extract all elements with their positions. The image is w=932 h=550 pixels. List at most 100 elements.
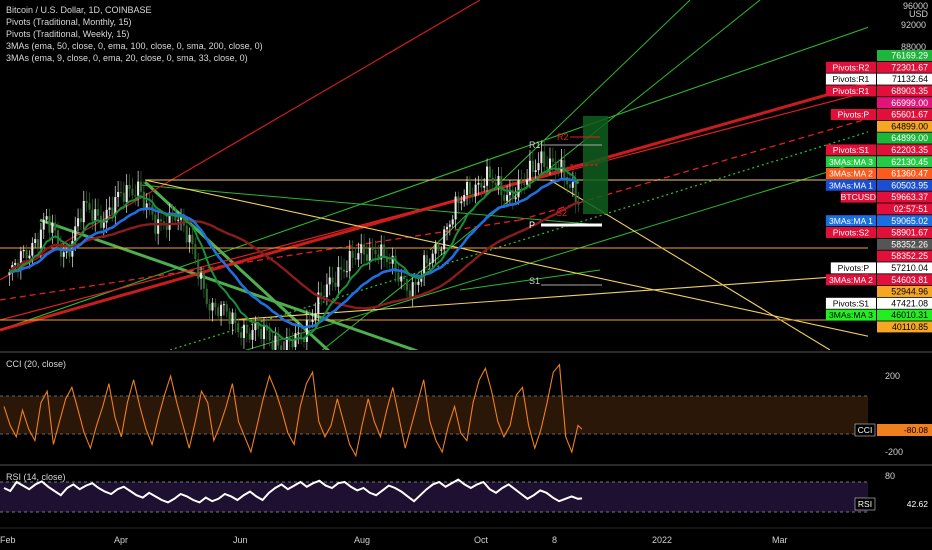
- cci-value: -80.08: [904, 425, 928, 435]
- trading-chart[interactable]: R1 R2 S2 P S1 96000 USD 92000 88000 7616…: [0, 0, 932, 550]
- candle-body: [228, 311, 231, 324]
- candle-body: [28, 255, 31, 259]
- candle-body: [543, 151, 546, 167]
- cci-title: CCI (20, close): [6, 359, 66, 369]
- candle-body: [334, 282, 337, 287]
- candle-body: [405, 279, 408, 291]
- candle-body: [131, 188, 134, 196]
- candle-body: [65, 251, 68, 253]
- candle-body: [197, 259, 200, 279]
- candle-body: [457, 196, 460, 204]
- price-tag-label: 3MAs:MA 2: [829, 275, 873, 285]
- price-axis[interactable]: 96000 USD 92000 88000: [901, 1, 929, 52]
- cci-band: [0, 396, 868, 434]
- price-value-label: 66999.00: [891, 98, 928, 108]
- candle-body: [300, 332, 303, 338]
- candle-body: [245, 324, 248, 334]
- candle-body: [445, 226, 449, 230]
- candle-body: [117, 192, 120, 198]
- candle-body: [491, 177, 494, 183]
- candle-body: [546, 166, 549, 169]
- candle-body: [468, 182, 471, 195]
- time-tick: Apr: [114, 535, 128, 545]
- rsi-tick: 80: [885, 471, 895, 481]
- price-value-label: 61360.47: [891, 169, 928, 179]
- candle-body: [488, 166, 491, 178]
- candle-body: [466, 182, 469, 196]
- candle-body: [403, 276, 406, 280]
- price-tag-label: BTCUSD: [841, 192, 876, 202]
- candle-body: [139, 181, 143, 192]
- candle-body: [348, 250, 351, 272]
- cci-tick: -200: [885, 447, 903, 457]
- candle-body: [148, 203, 151, 205]
- price-tag-label: Pivots:P: [838, 110, 870, 120]
- price-value-label: 47421.08: [891, 298, 928, 308]
- candle-body: [39, 229, 42, 248]
- candle-body: [200, 272, 203, 279]
- candle-body: [214, 302, 217, 308]
- candle-body: [122, 192, 125, 202]
- candle-body: [414, 282, 417, 285]
- price-tag-label: Pivots:S2: [833, 228, 870, 238]
- candle-body: [548, 158, 551, 169]
- candle-body: [88, 202, 91, 210]
- candle-body: [503, 195, 506, 201]
- candle-body: [142, 191, 145, 209]
- candle-body: [220, 304, 223, 316]
- candle-body: [128, 185, 131, 189]
- candle-body: [537, 163, 540, 171]
- candle-body: [363, 244, 366, 255]
- candle-body: [434, 244, 437, 254]
- candle-body: [397, 272, 400, 282]
- candle-body: [108, 207, 111, 210]
- price-tag-label: 3MAs:MA 3: [829, 157, 873, 167]
- candle-body: [111, 207, 114, 216]
- candle-body: [62, 252, 65, 257]
- price-tag-label: Pivots:S1: [833, 298, 870, 308]
- price-value-label: 02:57:51: [894, 204, 928, 214]
- candle-body: [231, 312, 234, 324]
- candle-body: [477, 182, 480, 185]
- price-value-label: 46010.31: [891, 310, 928, 320]
- candle-body: [237, 323, 240, 333]
- candle-body: [22, 249, 25, 252]
- candle-body: [185, 225, 188, 243]
- price-value-label: 58901.67: [891, 228, 928, 238]
- candle-body: [323, 295, 326, 298]
- candle-body: [37, 239, 40, 248]
- candle-body: [428, 262, 431, 264]
- candle-body: [217, 307, 220, 316]
- candle-body: [571, 182, 574, 188]
- time-tick: Jun: [233, 535, 248, 545]
- time-tick: Aug: [354, 535, 370, 545]
- candle-body: [82, 200, 85, 223]
- price-tag-label: 3MAs:MA 1: [829, 216, 873, 226]
- price-value-label: 40110.85: [892, 322, 928, 332]
- candle-body: [514, 197, 517, 200]
- price-value-label: 58352.25: [891, 251, 928, 261]
- candle-body: [97, 209, 100, 216]
- candle-body: [25, 249, 28, 259]
- candle-body: [531, 160, 534, 172]
- candle-body: [371, 248, 374, 251]
- time-tick: Feb: [0, 535, 16, 545]
- candle-body: [328, 277, 331, 285]
- candle-body: [119, 192, 122, 194]
- candle-body: [68, 251, 71, 257]
- candle-body: [443, 229, 446, 250]
- price-value-label: 71132.64: [892, 74, 928, 84]
- legend-line-weekly-pivots: Pivots (Traditional, Weekly, 15): [6, 29, 130, 39]
- candle-body: [431, 253, 434, 263]
- candle-body: [165, 225, 168, 230]
- price-value-label: 76169.29: [891, 51, 928, 61]
- candle-body: [31, 243, 34, 256]
- legend-line-3mas-short: 3MAs (ema, 9, close, 0, ema, 20, close, …: [6, 53, 248, 63]
- chart-legend: Bitcoin / U.S. Dollar, 1D, COINBASE Pivo…: [6, 4, 263, 64]
- candle-body: [540, 151, 543, 164]
- candle-body: [388, 262, 391, 264]
- candle-body: [357, 253, 360, 260]
- candle-body: [425, 255, 429, 264]
- candle-body: [494, 182, 497, 186]
- price-value-label: 62130.45: [891, 157, 928, 167]
